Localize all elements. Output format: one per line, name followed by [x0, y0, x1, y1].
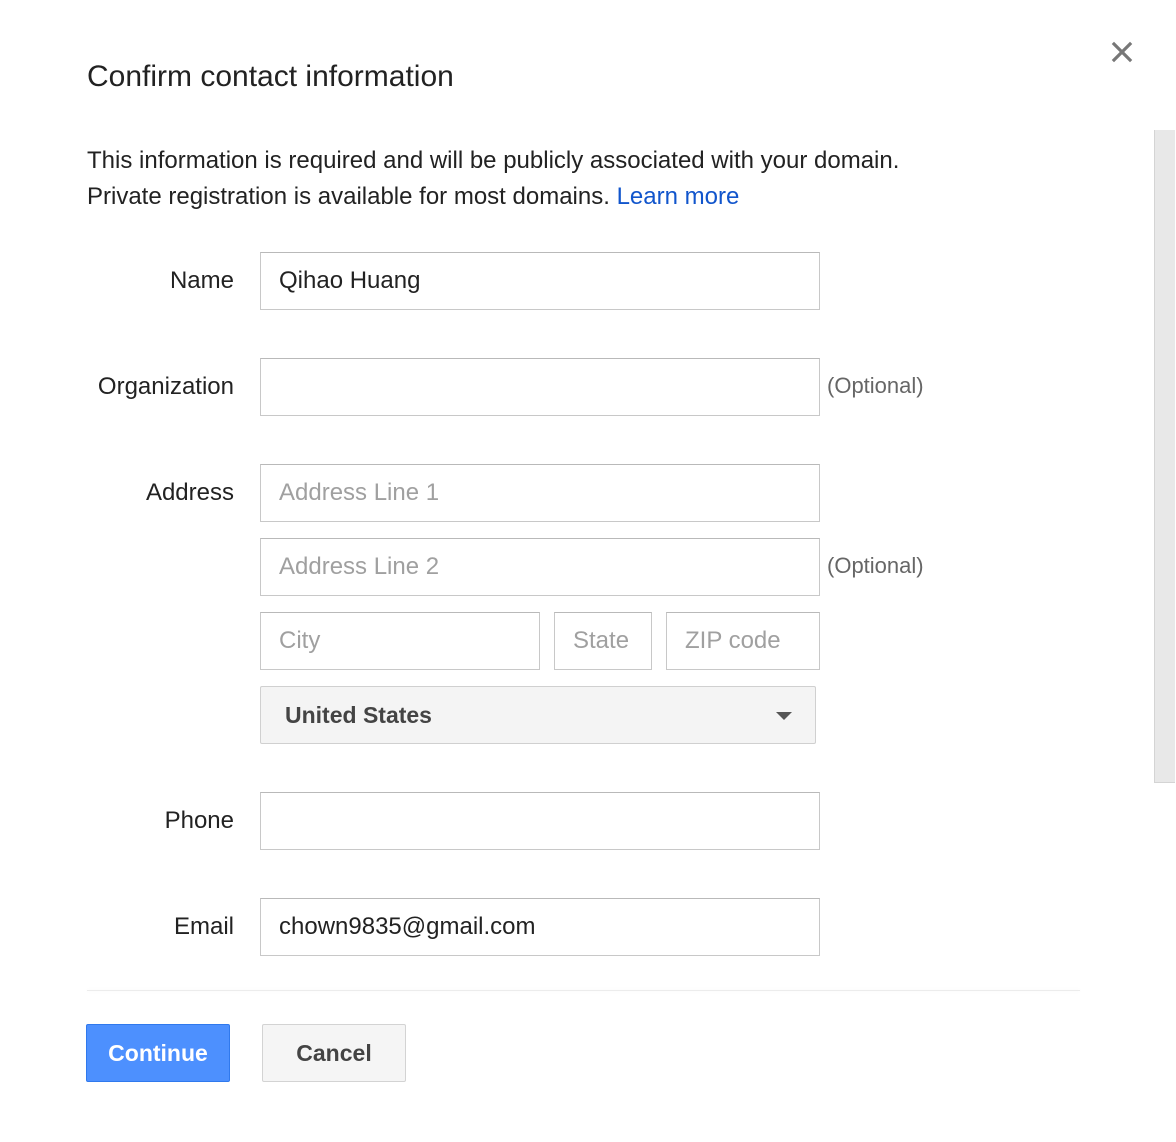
scrollbar-thumb[interactable] [1154, 130, 1175, 783]
learn-more-link[interactable]: Learn more [617, 183, 740, 210]
address-line1-input[interactable] [260, 464, 820, 522]
dialog-description: This information is required and will be… [87, 143, 899, 215]
country-select-value: United States [285, 702, 432, 728]
description-line-2-text: Private registration is available for mo… [87, 183, 610, 210]
state-input[interactable] [554, 612, 652, 670]
organization-input[interactable] [260, 358, 820, 416]
phone-input[interactable] [260, 792, 820, 850]
email-input[interactable] [260, 898, 820, 956]
city-input[interactable] [260, 612, 540, 670]
zip-input[interactable] [666, 612, 820, 670]
cancel-button[interactable]: Cancel [262, 1024, 406, 1082]
chevron-down-icon [776, 712, 792, 720]
description-line-2: Private registration is available for mo… [87, 179, 899, 215]
organization-label: Organization [97, 373, 234, 400]
country-select[interactable]: United States [260, 686, 816, 744]
close-icon [1111, 41, 1133, 63]
contact-dialog: Confirm contact information This informa… [0, 0, 1176, 1142]
continue-button[interactable]: Continue [86, 1024, 230, 1082]
address-line2-input[interactable] [260, 538, 820, 596]
name-input[interactable] [260, 252, 820, 310]
organization-optional-note: (Optional) [827, 373, 924, 398]
name-label: Name [169, 267, 234, 294]
close-button[interactable] [1104, 34, 1140, 70]
address-line2-optional-note: (Optional) [827, 553, 924, 578]
address-label: Address [145, 479, 234, 506]
phone-label: Phone [164, 807, 234, 834]
dialog-title: Confirm contact information [87, 60, 454, 93]
email-label: Email [173, 913, 234, 940]
description-line-1: This information is required and will be… [87, 147, 900, 174]
footer-divider [87, 990, 1080, 991]
